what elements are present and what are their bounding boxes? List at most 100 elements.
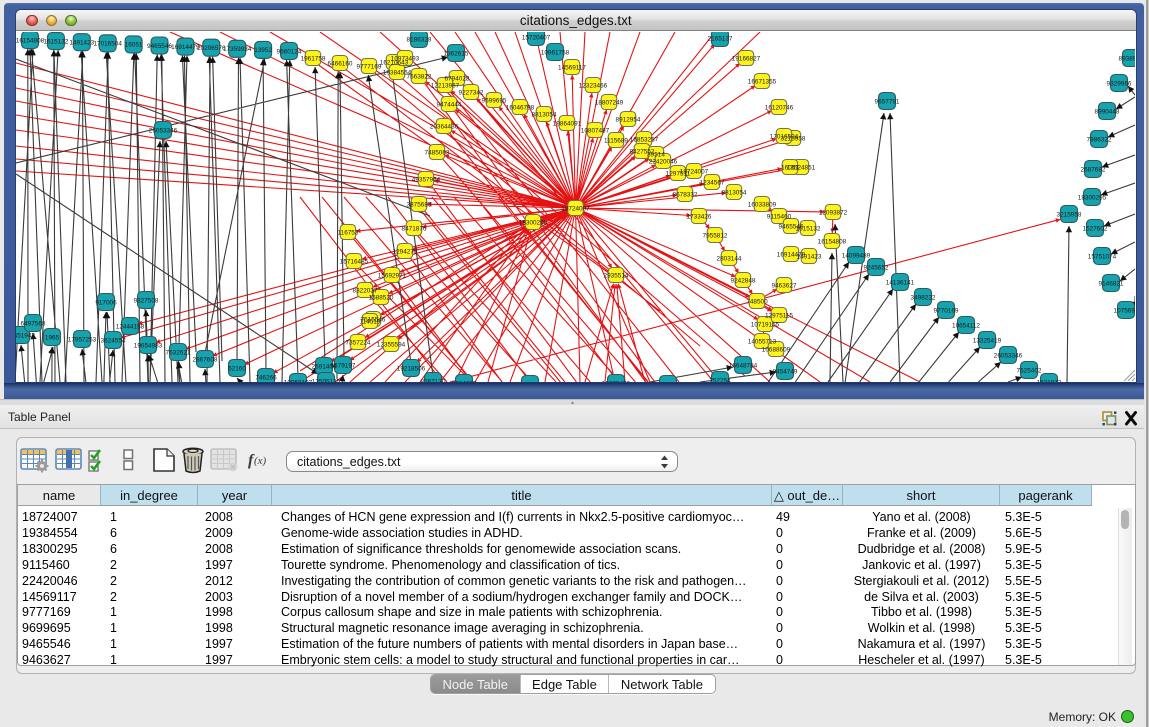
- svg-text:3498222: 3498222: [911, 294, 936, 301]
- svg-text:9084067: 9084067: [452, 380, 477, 382]
- svg-text:10807487: 10807487: [581, 127, 610, 134]
- svg-text:18300295: 18300295: [519, 219, 548, 226]
- svg-text:12213967: 12213967: [431, 82, 460, 89]
- svg-text:1621072: 1621072: [1037, 379, 1062, 382]
- svg-text:16648784: 16648784: [729, 362, 758, 369]
- svg-text:16033809: 16033809: [748, 201, 777, 208]
- svg-text:8322037: 8322037: [353, 287, 378, 294]
- svg-text:1640954: 1640954: [518, 381, 543, 382]
- svg-text:7357224: 7357224: [346, 339, 371, 346]
- svg-text:9242848: 9242848: [731, 277, 756, 284]
- svg-text:18300295: 18300295: [1078, 194, 1107, 201]
- svg-text:14136141: 14136141: [886, 279, 915, 286]
- svg-text:10719155: 10719155: [751, 321, 780, 328]
- svg-text:1491423: 1491423: [69, 39, 94, 46]
- svg-text:8813054: 8813054: [722, 189, 747, 196]
- svg-text:12975115: 12975115: [765, 312, 793, 319]
- svg-text:2867608: 2867608: [193, 356, 218, 363]
- svg-text:1527602: 1527602: [1083, 225, 1108, 232]
- svg-text:252254: 252254: [709, 377, 731, 382]
- svg-text:15716485: 15716485: [340, 258, 369, 265]
- svg-text:9777169: 9777169: [357, 63, 382, 70]
- svg-text:20206576: 20206576: [197, 45, 226, 52]
- svg-text:16046798: 16046798: [506, 104, 535, 111]
- svg-text:1075692: 1075692: [1114, 307, 1135, 314]
- svg-text:1588520: 1588520: [369, 294, 394, 301]
- svg-text:6466160: 6466160: [328, 60, 353, 67]
- svg-text:19218506: 19218506: [397, 365, 426, 372]
- svg-text:19166827: 19166827: [732, 55, 761, 62]
- svg-text:18807249: 18807249: [595, 99, 624, 106]
- svg-text:2803144: 2803144: [717, 255, 742, 262]
- svg-text:16782759: 16782759: [654, 381, 683, 382]
- svg-text:18724007: 18724007: [561, 205, 590, 212]
- svg-text:16051: 16051: [781, 164, 799, 171]
- svg-text:19864091: 19864091: [553, 120, 582, 127]
- svg-text:917006: 917006: [95, 299, 117, 306]
- svg-text:12093872: 12093872: [819, 209, 848, 216]
- svg-text:10958107: 10958107: [284, 379, 313, 382]
- svg-text:7485063: 7485063: [425, 149, 450, 156]
- svg-text:9245652: 9245652: [864, 264, 889, 271]
- svg-text:3875685: 3875685: [407, 201, 432, 208]
- svg-text:8471876: 8471876: [402, 225, 427, 232]
- svg-text:1297511: 1297511: [666, 170, 691, 177]
- svg-text:17957253: 17957253: [68, 336, 97, 343]
- svg-text:8912954: 8912954: [616, 116, 641, 123]
- svg-text:62160: 62160: [228, 365, 246, 372]
- svg-text:116753: 116753: [338, 229, 359, 236]
- svg-text:8938923: 8938923: [1119, 55, 1135, 62]
- svg-text:8813054: 8813054: [532, 111, 557, 118]
- svg-text:10688609: 10688609: [762, 346, 791, 353]
- svg-text:9770169: 9770169: [934, 307, 959, 314]
- svg-text:746266: 746266: [255, 374, 277, 381]
- svg-text:6497568: 6497568: [21, 320, 46, 327]
- svg-text:9115460: 9115460: [767, 213, 792, 220]
- svg-text:20364436: 20364436: [430, 123, 459, 130]
- svg-text:7625402: 7625402: [1017, 367, 1042, 374]
- svg-text:10654112: 10654112: [952, 322, 980, 329]
- svg-text:8990448: 8990448: [1095, 108, 1120, 115]
- svg-text:9329966: 9329966: [1107, 80, 1132, 87]
- svg-text:3215958: 3215958: [1057, 211, 1082, 218]
- svg-text:12444158: 12444158: [116, 323, 145, 330]
- svg-text:3624554: 3624554: [101, 337, 126, 344]
- svg-text:39514: 39514: [647, 151, 665, 158]
- svg-text:12355594: 12355594: [377, 341, 406, 348]
- svg-text:9227342: 9227342: [459, 89, 484, 96]
- svg-text:9657791: 9657791: [875, 98, 900, 105]
- svg-text:2165137: 2165137: [708, 35, 733, 42]
- svg-text:16671355: 16671355: [748, 78, 777, 85]
- svg-text:49357964: 49357964: [412, 176, 441, 183]
- svg-text:14055713: 14055713: [748, 338, 777, 345]
- svg-text:8186328: 8186328: [407, 36, 432, 43]
- svg-text:8454749: 8454749: [773, 368, 798, 375]
- svg-text:9465546: 9465546: [779, 223, 804, 230]
- svg-text:7632621: 7632621: [166, 349, 191, 356]
- svg-text:16051: 16051: [125, 41, 143, 48]
- svg-text:6794028: 6794028: [445, 75, 470, 82]
- svg-text:16914479: 16914479: [777, 251, 806, 258]
- svg-text:17016504: 17016504: [770, 133, 799, 140]
- svg-text:10961758: 10961758: [541, 49, 570, 56]
- svg-text:15720407: 15720407: [522, 34, 551, 41]
- svg-text:9327508: 9327508: [134, 297, 159, 304]
- svg-text:26053346: 26053346: [149, 127, 178, 134]
- svg-text:1362615: 1362615: [444, 50, 469, 57]
- svg-text:9474444: 9474444: [437, 101, 462, 108]
- svg-text:13952: 13952: [254, 47, 272, 54]
- svg-text:1615132: 1615132: [43, 38, 68, 45]
- svg-text:22420046: 22420046: [649, 158, 678, 165]
- svg-text:1234567: 1234567: [700, 179, 725, 186]
- svg-text:19654983: 19654983: [134, 342, 163, 349]
- svg-text:15751074: 15751074: [1088, 253, 1117, 260]
- svg-text:(x): (x): [254, 455, 267, 467]
- svg-text:17016504: 17016504: [93, 40, 122, 47]
- svg-text:14569117: 14569117: [558, 64, 586, 71]
- svg-text:8678332: 8678332: [673, 191, 698, 198]
- svg-text:9463627: 9463627: [772, 282, 797, 289]
- svg-text:1294275: 1294275: [393, 248, 418, 255]
- svg-text:114519: 114519: [360, 318, 381, 325]
- svg-text:2935514: 2935514: [604, 272, 629, 279]
- svg-text:16120746: 16120746: [765, 104, 794, 111]
